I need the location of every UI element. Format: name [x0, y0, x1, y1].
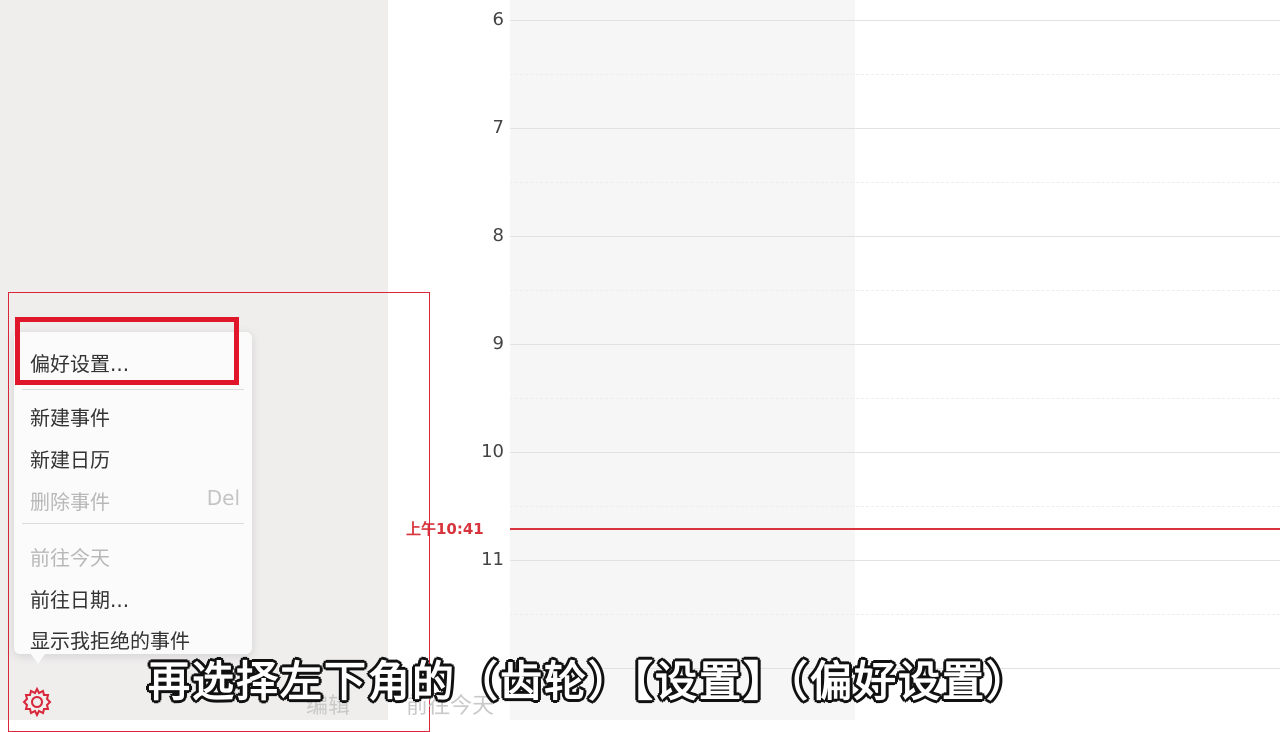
menu-item-delete-event: 删除事件 [30, 490, 110, 514]
hour-label: 9 [492, 333, 504, 354]
half-hour-line [510, 506, 1280, 507]
hour-label: 7 [492, 117, 504, 138]
hour-line [510, 236, 1280, 237]
column-separator [855, 0, 867, 720]
half-hour-line [510, 290, 1280, 291]
subtitle-caption: 再选择左下角的（齿轮）【设置】（偏好设置） [148, 657, 1031, 706]
hour-label: 6 [492, 9, 504, 30]
calendar-day-view[interactable]: 6 7 8 9 10 11 上午10:41 [388, 0, 1280, 720]
highlight-box [15, 317, 239, 385]
hour-line [510, 560, 1280, 561]
menu-separator [22, 523, 244, 524]
hour-line [510, 20, 1280, 21]
hour-line [510, 128, 1280, 129]
hour-line [510, 344, 1280, 345]
menu-item-new-event[interactable]: 新建事件 [30, 402, 110, 431]
gear-icon[interactable] [20, 685, 54, 719]
today-column[interactable] [510, 0, 855, 720]
hour-label: 11 [481, 549, 504, 570]
hour-line [510, 452, 1280, 453]
delete-shortcut: Del [206, 486, 240, 510]
column-separator [1203, 0, 1215, 720]
half-hour-line [510, 398, 1280, 399]
menu-pointer [28, 650, 48, 664]
half-hour-line [510, 182, 1280, 183]
half-hour-line [510, 74, 1280, 75]
menu-item-go-today: 前往今天 [30, 546, 110, 570]
menu-item-go-date[interactable]: 前往日期... [30, 584, 129, 613]
menu-item-new-calendar[interactable]: 新建日历 [30, 444, 110, 473]
hour-label: 10 [481, 441, 504, 462]
half-hour-line [510, 614, 1280, 615]
hour-label: 8 [492, 225, 504, 246]
menu-separator [22, 389, 244, 390]
current-time-line [510, 528, 1280, 530]
